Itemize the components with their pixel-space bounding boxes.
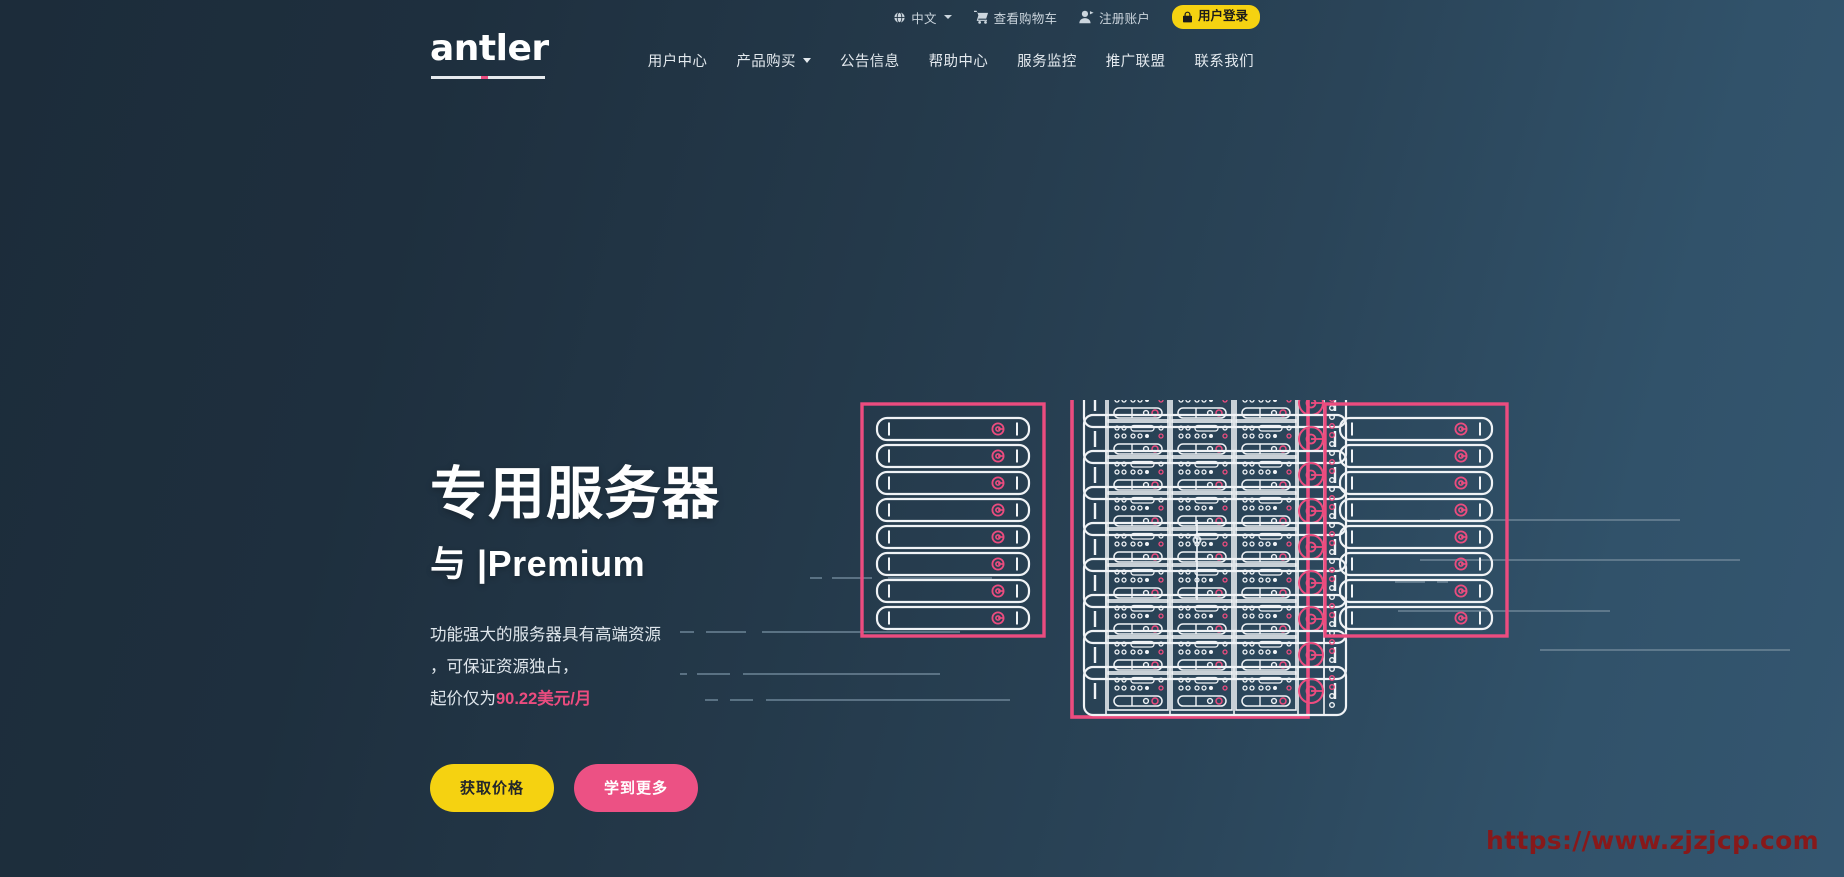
nav-item-announcements[interactable]: 公告信息	[840, 50, 900, 71]
nav-item-products[interactable]: 产品购买	[736, 50, 811, 71]
login-label: 用户登录	[1197, 8, 1248, 23]
nav-item-service-monitor[interactable]: 服务监控	[1017, 50, 1077, 71]
chevron-down-icon	[943, 15, 952, 19]
get-price-button[interactable]: 获取价格	[430, 763, 555, 812]
globe-icon	[893, 11, 906, 24]
language-label: 中文	[911, 11, 937, 26]
nav-item-contact-us[interactable]: 联系我们	[1194, 50, 1254, 71]
nav-label: 公告信息	[839, 54, 900, 70]
nav-item-affiliate[interactable]: 推广联盟	[1106, 50, 1166, 71]
register-account-link[interactable]: 注册账户	[1079, 8, 1150, 27]
user-login-button[interactable]: 用户登录	[1171, 4, 1260, 30]
hero-price: 90.22美元/月	[496, 690, 592, 709]
user-add-icon	[1079, 10, 1094, 24]
rack-center	[1070, 400, 1346, 719]
chevron-down-icon	[802, 58, 811, 63]
nav-item-help-center[interactable]: 帮助中心	[929, 50, 989, 71]
nav-label: 联系我们	[1194, 54, 1254, 70]
site-watermark: https://www.zjzjcp.com	[1485, 826, 1819, 855]
hero-page: 中文 查看购物车 注册账户 用户登录 antler 用户中心 产品购买 公告信息…	[0, 0, 1844, 877]
nav-label: 推广联盟	[1105, 54, 1166, 70]
decor-lines	[680, 519, 1790, 701]
hero-description: 功能强大的服务器具有高端资源 ，可保证资源独占， 起价仅为90.22美元/月	[430, 619, 700, 716]
cart-label: 查看购物车	[993, 11, 1058, 26]
site-header: antler 用户中心 产品购买 公告信息 帮助中心 服务监控 推广联盟 联系我…	[0, 28, 1844, 90]
server-racks-illustration	[680, 400, 1844, 877]
hero-desc-line-2: ，可保证资源独占，	[430, 658, 579, 677]
hero-desc-line-1: 功能强大的服务器具有高端资源	[430, 626, 661, 645]
nav-label: 帮助中心	[928, 54, 989, 70]
brand-logo-underline	[431, 76, 545, 79]
lock-icon	[1182, 11, 1193, 23]
hero-desc-line-3-prefix: 起价仅为	[430, 690, 496, 709]
brand-logo[interactable]: antler	[430, 28, 549, 69]
register-label: 注册账户	[1099, 11, 1150, 26]
view-cart-link[interactable]: 查看购物车	[973, 8, 1058, 27]
nav-label: 产品购买	[736, 54, 796, 70]
shopping-cart-icon	[973, 10, 989, 24]
nav-label: 服务监控	[1017, 54, 1077, 70]
top-utility-bar: 中文 查看购物车 注册账户 用户登录	[0, 0, 1844, 34]
language-switcher[interactable]: 中文	[893, 8, 952, 27]
main-navigation: 用户中心 产品购买 公告信息 帮助中心 服务监控 推广联盟 联系我们	[648, 50, 1254, 71]
rack-right	[1323, 402, 1509, 638]
nav-label: 用户中心	[647, 54, 708, 70]
nav-item-user-center[interactable]: 用户中心	[648, 50, 708, 71]
rack-left	[860, 402, 1046, 638]
